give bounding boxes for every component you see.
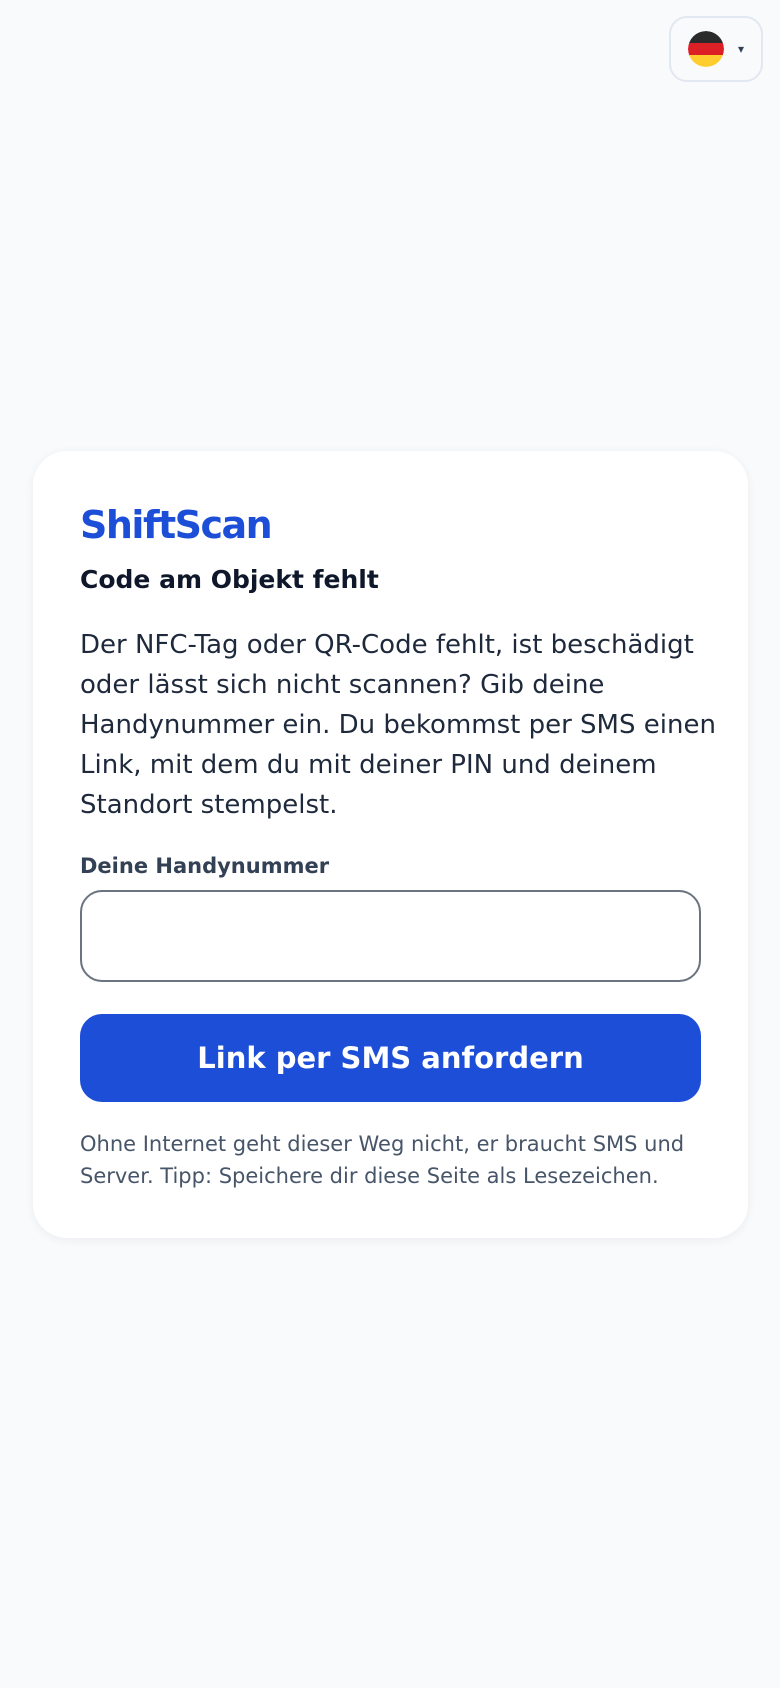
flag-de-icon [687,31,724,67]
description-text: Der NFC-Tag oder QR-Code fehlt, ist besc… [80,630,716,820]
page-title: Code am Objekt fehlt [80,565,379,594]
request-sms-link-button[interactable]: Link per SMS anfordern [80,1014,701,1102]
phone-number-input[interactable] [80,890,701,982]
sms-fallback-card: ShiftScan Code am Objekt fehlt Der NFC-T… [33,451,748,1238]
offline-hint-text: Ohne Internet geht dieser Weg nicht, er … [80,1132,685,1188]
language-switcher[interactable]: ▾ [669,16,763,82]
chevron-down-icon: ▾ [737,42,745,56]
phone-label: Deine Handynummer [80,854,330,878]
brand-logo: ShiftScan [80,503,273,547]
